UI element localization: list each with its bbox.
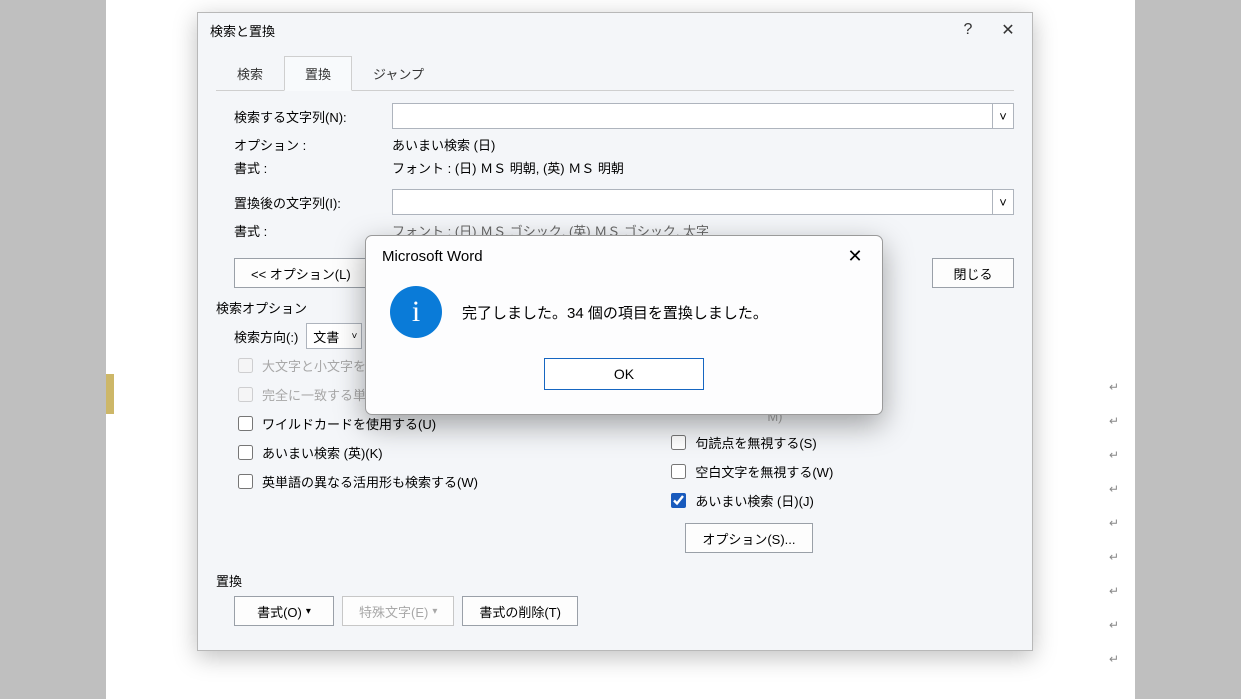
check-case-box xyxy=(238,358,253,373)
check-fuzzy-jp[interactable]: あいまい検索 (日)(J) xyxy=(667,490,833,511)
chevron-down-icon: ˅ xyxy=(351,331,357,342)
close-button[interactable]: ✕ xyxy=(988,15,1028,45)
close-dialog-button[interactable]: 閉じる xyxy=(932,258,1014,288)
tab-replace[interactable]: 置換 xyxy=(284,56,352,91)
search-field-row: 検索する文字列(N): ˅ xyxy=(234,103,1014,129)
alert-message: 完了しました。34 個の項目を置換しました。 xyxy=(462,302,768,323)
alert-ok-button[interactable]: OK xyxy=(544,358,704,390)
tab-search[interactable]: 検索 xyxy=(216,56,284,91)
check-wildcard[interactable]: ワイルドカードを使用する(U) xyxy=(234,413,487,434)
direction-label: 検索方向(:) xyxy=(234,327,298,346)
chevron-down-icon: ˅ xyxy=(999,195,1007,210)
check-fuzzy-jp-label: あいまい検索 (日)(J) xyxy=(695,491,813,510)
format2-label: 書式 : xyxy=(234,221,384,240)
format-info-line: 書式 : フォント : (日) ＭＳ 明朝, (英) ＭＳ 明朝 xyxy=(234,158,1014,177)
replace-input[interactable] xyxy=(392,189,992,215)
check-punct-label: 句読点を無視する(S) xyxy=(695,433,816,452)
replace-combo: ˅ xyxy=(392,189,1014,215)
alert-titlebar: Microsoft Word ✕ xyxy=(366,236,882,276)
clear-format-button[interactable]: 書式の削除(T) xyxy=(462,596,578,626)
format-button[interactable]: 書式(O) xyxy=(234,596,334,626)
check-whitespace-label: 空白文字を無視する(W) xyxy=(695,462,833,481)
help-button[interactable]: ? xyxy=(948,15,988,45)
check-whitespace[interactable]: 空白文字を無視する(W) xyxy=(667,461,833,482)
bottom-button-row: 書式(O) 特殊文字(E) 書式の削除(T) xyxy=(234,596,1014,626)
check-wildcard-box[interactable] xyxy=(238,416,253,431)
check-fuzzy-en-label: あいまい検索 (英)(K) xyxy=(262,443,383,462)
option-label: オプション : xyxy=(234,135,384,154)
direction-select[interactable]: 文書 ˅ xyxy=(306,323,362,349)
check-verb[interactable]: 英単語の異なる活用形も検索する(W) xyxy=(234,471,487,492)
alert-close-button[interactable]: ✕ xyxy=(834,240,876,272)
paragraph-marks: ↵↵↵↵↵↵↵↵↵ xyxy=(1109,370,1119,676)
alert-footer: OK xyxy=(366,344,882,414)
direction-value: 文書 xyxy=(313,327,339,346)
replace-field-row: 置換後の文字列(I): ˅ xyxy=(234,189,1014,215)
info-icon: i xyxy=(390,286,442,338)
search-combo: ˅ xyxy=(392,103,1014,129)
check-fuzzy-en-box[interactable] xyxy=(238,445,253,460)
check-punct-box[interactable] xyxy=(671,435,686,450)
check-whitespace-box[interactable] xyxy=(671,464,686,479)
check-verb-label: 英単語の異なる活用形も検索する(W) xyxy=(262,472,478,491)
options-toggle-button[interactable]: << オプション(L) xyxy=(234,258,368,288)
check-fuzzy-en[interactable]: あいまい検索 (英)(K) xyxy=(234,442,487,463)
alert-dialog: Microsoft Word ✕ i 完了しました。34 個の項目を置換しました… xyxy=(365,235,883,415)
search-dropdown-arrow[interactable]: ˅ xyxy=(992,103,1014,129)
alert-title: Microsoft Word xyxy=(382,248,834,265)
search-input[interactable] xyxy=(392,103,992,129)
dialog-title: 検索と置換 xyxy=(210,21,948,40)
format-value: フォント : (日) ＭＳ 明朝, (英) ＭＳ 明朝 xyxy=(392,158,1014,177)
fuzzy-options-button[interactable]: オプション(S)... xyxy=(685,523,812,553)
alert-body: i 完了しました。34 個の項目を置換しました。 xyxy=(366,276,882,344)
chevron-down-icon: ˅ xyxy=(999,109,1007,124)
search-field-label: 検索する文字列(N): xyxy=(234,107,384,126)
option-info-line: オプション : あいまい検索 (日) xyxy=(234,135,1014,154)
check-punct[interactable]: 句読点を無視する(S) xyxy=(667,432,833,453)
format-label: 書式 : xyxy=(234,158,384,177)
check-verb-box[interactable] xyxy=(238,474,253,489)
check-whole-box xyxy=(238,387,253,402)
selection-highlight xyxy=(106,374,114,414)
special-button: 特殊文字(E) xyxy=(342,596,454,626)
tab-strip: 検索 置換 ジャンプ xyxy=(216,55,1014,91)
check-fuzzy-jp-box[interactable] xyxy=(671,493,686,508)
replace-dropdown-arrow[interactable]: ˅ xyxy=(992,189,1014,215)
tab-jump[interactable]: ジャンプ xyxy=(352,56,445,91)
replace-field-label: 置換後の文字列(I): xyxy=(234,193,384,212)
dialog-titlebar: 検索と置換 ? ✕ xyxy=(198,13,1032,47)
check-wildcard-label: ワイルドカードを使用する(U) xyxy=(262,414,436,433)
replace-section-head: 置換 xyxy=(216,571,1014,590)
option-value: あいまい検索 (日) xyxy=(392,135,1014,154)
